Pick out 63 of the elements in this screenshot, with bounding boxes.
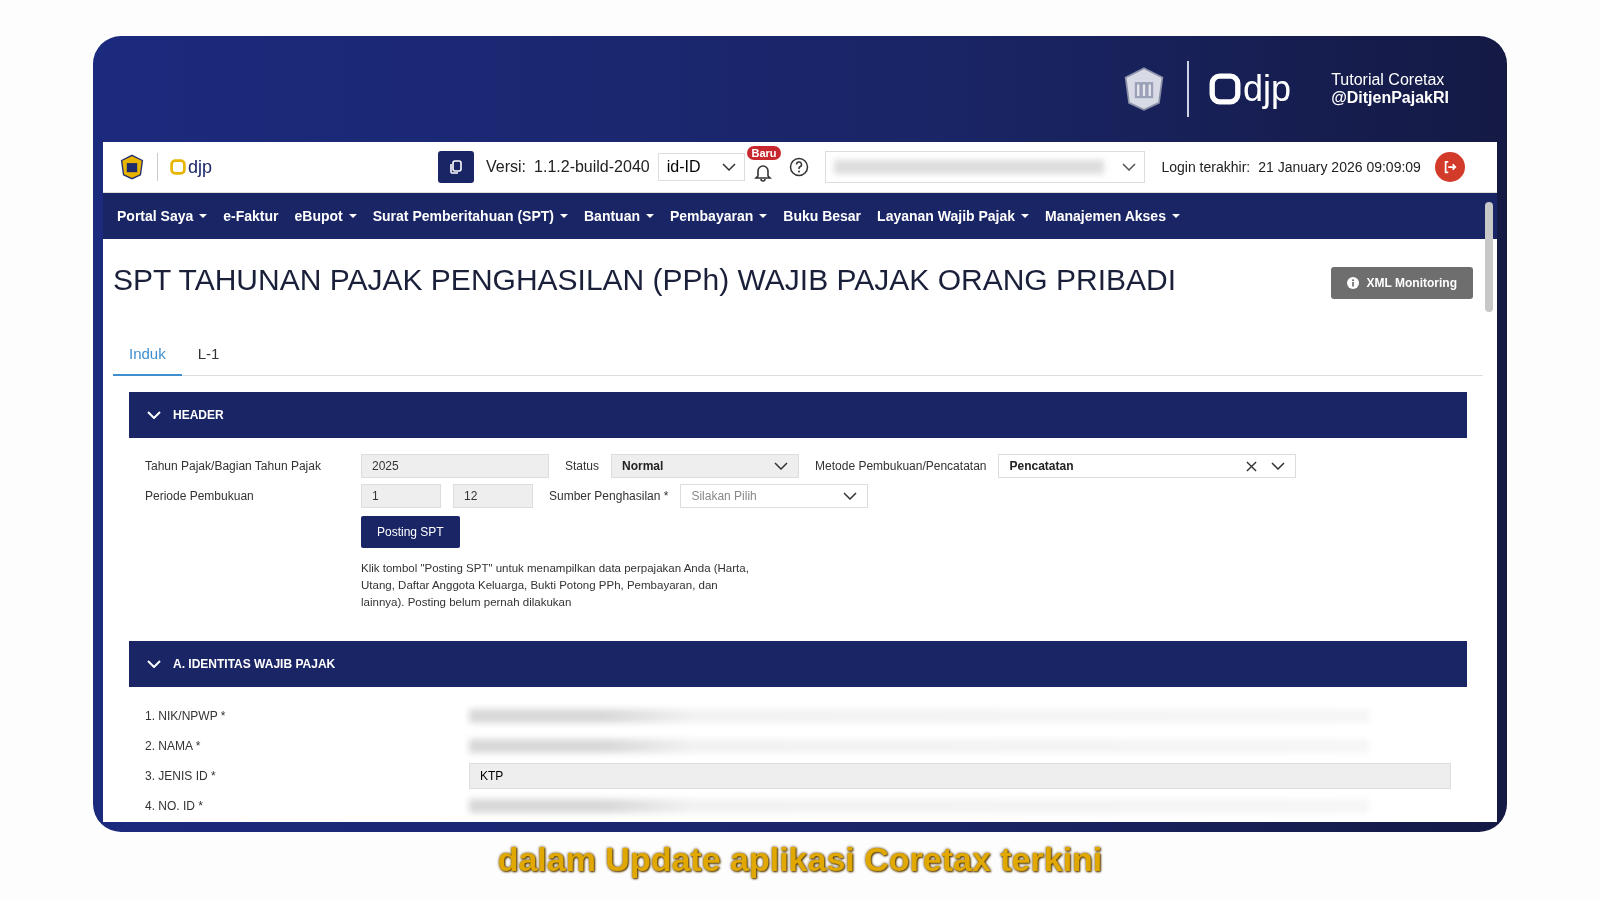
field-label: 2. NAMA * bbox=[145, 739, 202, 753]
period-end-field[interactable]: 12 bbox=[453, 484, 533, 508]
logo-icon bbox=[1209, 73, 1242, 105]
copy-icon bbox=[448, 159, 465, 175]
info-icon bbox=[1346, 277, 1359, 289]
nav-menu-item[interactable]: Surat Pemberitahuan (SPT) bbox=[364, 208, 576, 224]
chevron-down-icon bbox=[147, 411, 161, 419]
account-handle: @DitjenPajakRI bbox=[1331, 89, 1449, 107]
field-label: 4. NO. ID * bbox=[145, 799, 204, 813]
video-caption: dalam Update aplikasi Coretax terkini bbox=[497, 840, 1103, 879]
id-type-field[interactable]: KTP bbox=[469, 763, 1451, 789]
emblem-icon bbox=[119, 154, 145, 180]
version-label: Versi: bbox=[486, 158, 527, 176]
field-label: Status bbox=[565, 459, 600, 473]
logo-text: djp bbox=[1243, 68, 1292, 110]
chevron-down-icon bbox=[1122, 163, 1137, 171]
logo-text: djp bbox=[188, 156, 213, 178]
tab[interactable]: L-1 bbox=[181, 337, 236, 376]
nav-menu-item[interactable]: Pembayaran bbox=[662, 208, 776, 224]
field-label: Metode Pembukuan/Pencatatan bbox=[815, 459, 987, 473]
nav-menu-item[interactable]: Portal Saya bbox=[109, 208, 216, 224]
scrollbar[interactable] bbox=[1485, 202, 1493, 312]
nav-menu-item[interactable]: Manajemen Akses bbox=[1037, 208, 1188, 224]
tutorial-label: Tutorial Coretax bbox=[1331, 71, 1446, 89]
nav-menu-item[interactable]: Layanan Wajib Pajak bbox=[869, 208, 1038, 224]
section-header[interactable]: HEADER bbox=[129, 392, 1467, 438]
chevron-down-icon bbox=[774, 462, 789, 470]
nav-menu-item[interactable]: eBupot bbox=[286, 208, 365, 224]
posting-spt-button[interactable]: Posting SPT bbox=[361, 516, 460, 548]
tab[interactable]: Induk bbox=[113, 337, 182, 376]
copy-button[interactable] bbox=[438, 151, 475, 183]
logo-icon bbox=[170, 159, 186, 175]
last-login-time: 21 January 2026 09:09:09 bbox=[1258, 159, 1421, 175]
method-select[interactable]: Pencatatan bbox=[998, 454, 1297, 478]
logout-button[interactable] bbox=[1434, 152, 1465, 182]
chevron-down-icon bbox=[1271, 462, 1286, 470]
language-select[interactable]: id-ID bbox=[657, 153, 746, 181]
xml-monitoring-button[interactable]: XML Monitoring bbox=[1330, 267, 1473, 299]
chevron-down-icon bbox=[722, 163, 737, 171]
last-login-label: Login terakhir: bbox=[1161, 159, 1251, 175]
status-select[interactable]: Normal bbox=[611, 454, 800, 478]
clear-icon[interactable] bbox=[1246, 460, 1258, 472]
field-label: Tahun Pajak/Bagian Tahun Pajak bbox=[145, 459, 322, 473]
help-icon[interactable] bbox=[789, 157, 810, 177]
field-label: Periode Pembukuan bbox=[145, 489, 255, 503]
section-header[interactable]: A. IDENTITAS WAJIB PAJAK bbox=[129, 641, 1467, 687]
posting-note: Klik tombol "Posting SPT" untuk menampilkan data perpajakan Anda (Harta, Utang, Daftar Anggota Keluarga, Bukti Potong PPh, Pembayaran, dan lainnya). Posting belum pernah dilakukan bbox=[361, 561, 750, 610]
field-label: 3. JENIS ID * bbox=[145, 769, 217, 783]
nav-menu-item[interactable]: Bantuan bbox=[576, 208, 662, 224]
bell-icon[interactable] bbox=[753, 162, 774, 182]
logout-icon bbox=[1442, 160, 1457, 174]
period-start-field[interactable]: 1 bbox=[361, 484, 441, 508]
field-label: Sumber Penghasilan * bbox=[549, 489, 669, 503]
nav-menu-item[interactable]: e-Faktur bbox=[215, 208, 287, 224]
page-title: SPT TAHUNAN PAJAK PENGHASILAN (PPh) WAJIB PAJAK ORANG PRIBADI bbox=[113, 263, 1177, 297]
tax-year-field[interactable]: 2025 bbox=[361, 454, 549, 478]
notification-badge: Baru bbox=[747, 146, 781, 160]
chevron-down-icon bbox=[147, 660, 161, 668]
version-number: 1.1.2-build-2040 bbox=[534, 158, 650, 176]
field-label: 1. NIK/NPWP * bbox=[145, 709, 227, 723]
nav-menu-item[interactable]: Buku Besar bbox=[775, 208, 870, 224]
chevron-down-icon bbox=[843, 492, 858, 500]
income-source-select[interactable]: Silakan Pilih bbox=[680, 484, 869, 508]
